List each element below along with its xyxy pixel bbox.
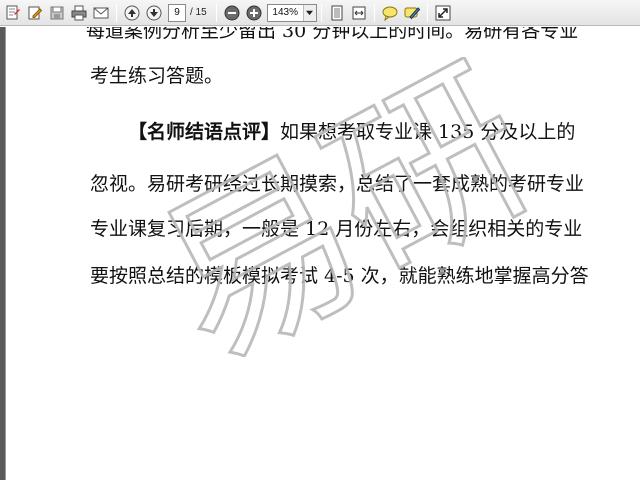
toolbar-separator — [320, 3, 322, 22]
page-number-input[interactable]: 9 — [168, 3, 186, 22]
fit-page-icon[interactable] — [326, 2, 348, 24]
pdf-viewer: 9 / 15 143% 每道案例分析至少留出 30 分钟以上的时间。易研有各专业… — [0, 0, 640, 480]
toolbar-separator — [373, 3, 375, 22]
text-line-3: 【名师结语点评】如果想考取专业课 135 分及以上的 — [128, 120, 575, 144]
watermark-text: 易研 — [130, 57, 565, 357]
watermark: 易研 — [130, 57, 567, 357]
text-line-3-rest: 如果想考取专业课 135 分及以上的 — [280, 121, 576, 143]
text-line-6: 要按照总结的模板模拟考试 4-5 次，就能熟练地掌握高分答 — [90, 265, 589, 287]
page-total: / 15 — [190, 7, 207, 18]
text-line-2: 考生练习答题。 — [90, 65, 224, 87]
text-line-1: 每道案例分析至少留出 30 分钟以上的时间。易研有各专业 — [86, 27, 579, 42]
open-icon[interactable] — [2, 2, 24, 24]
zoom-select[interactable]: 143% — [266, 3, 317, 22]
email-icon[interactable] — [90, 2, 112, 24]
toolbar-separator — [215, 3, 217, 22]
document-page[interactable]: 每道案例分析至少留出 30 分钟以上的时间。易研有各专业 考生练习答题。 【名师… — [0, 27, 640, 480]
fullscreen-icon[interactable] — [432, 2, 454, 24]
print-icon[interactable] — [68, 2, 90, 24]
section-heading: 【名师结语点评】 — [128, 121, 281, 143]
toolbar-separator — [116, 3, 117, 22]
save-icon[interactable] — [46, 2, 68, 24]
next-page-icon[interactable] — [143, 2, 165, 24]
zoom-out-icon[interactable] — [221, 2, 243, 24]
zoom-in-icon[interactable] — [243, 2, 265, 24]
zoom-value: 143% — [272, 7, 298, 18]
toolbar-separator — [426, 3, 428, 22]
highlight-icon[interactable] — [401, 2, 423, 24]
prev-page-icon[interactable] — [121, 2, 143, 24]
edit-icon[interactable] — [24, 2, 46, 24]
text-line-5: 专业课复习后期，一般是 12 月份左右，会组织相关的专业 — [90, 218, 583, 240]
chevron-down-icon[interactable] — [302, 4, 316, 21]
fit-width-icon[interactable] — [348, 2, 370, 24]
text-line-4: 忽视。易研考研经过长期摸索，总结了一套成熟的考研专业 — [90, 173, 585, 195]
comment-icon[interactable] — [379, 2, 401, 24]
page-border — [5, 27, 6, 480]
toolbar: 9 / 15 143% — [0, 0, 640, 26]
